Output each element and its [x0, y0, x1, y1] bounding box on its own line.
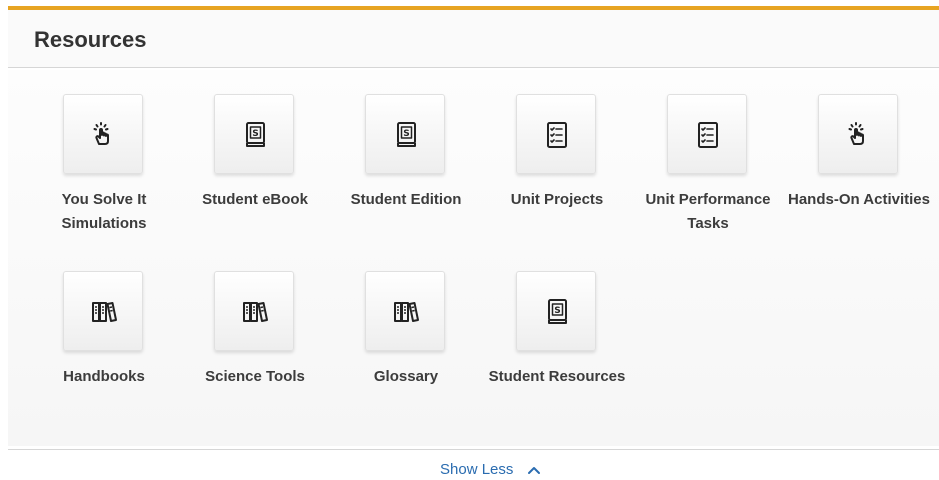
checklist-icon	[698, 122, 718, 148]
resource-tile-box[interactable]	[63, 271, 143, 351]
resource-tile-box[interactable]	[667, 94, 747, 174]
resources-panel: You Solve It Simulations S Student eBook…	[8, 70, 939, 446]
resource-label: Student Edition	[350, 191, 462, 208]
resource-tile-box[interactable]	[365, 271, 445, 351]
resource-label: Science Tools	[205, 368, 305, 385]
resource-tile-box[interactable]: S	[365, 94, 445, 174]
svg-text:S: S	[554, 306, 560, 316]
resource-label: Handbooks	[63, 368, 145, 385]
hand-pointer-icon	[93, 122, 109, 145]
svg-text:S: S	[403, 129, 409, 139]
resource-tile-box[interactable]	[63, 94, 143, 174]
resource-label: Unit Performance Tasks	[645, 191, 771, 232]
svg-text:S: S	[252, 129, 258, 139]
resource-label: Student Resources	[488, 368, 626, 385]
resource-tile-box[interactable]: S	[516, 271, 596, 351]
show-less-label: Show Less	[440, 461, 514, 478]
book-s-icon: S	[246, 122, 265, 147]
resource-label: Unit Projects	[510, 191, 604, 208]
hand-pointer-icon	[848, 122, 864, 145]
resource-tile-box[interactable]: S	[214, 94, 294, 174]
book-s-icon: S	[397, 122, 416, 147]
resource-tile-box[interactable]	[214, 271, 294, 351]
resource-label: Student eBook	[202, 191, 308, 208]
resource-label: You Solve It Simulations	[61, 191, 147, 232]
resources-header: Resources	[8, 10, 939, 68]
books-icon	[92, 302, 117, 322]
books-icon	[243, 302, 268, 322]
resource-label: Hands-On Activities	[788, 191, 930, 208]
show-less-button[interactable]: Show Less	[440, 461, 541, 478]
resource-tile-box[interactable]	[516, 94, 596, 174]
resource-tile-box[interactable]	[818, 94, 898, 174]
books-icon	[394, 302, 419, 322]
footer-divider	[8, 449, 939, 450]
checklist-icon	[547, 122, 567, 148]
chevron-up-icon	[528, 466, 541, 474]
resource-label: Glossary	[373, 368, 439, 385]
page-title: Resources	[34, 27, 147, 52]
book-s-icon: S	[548, 299, 567, 324]
